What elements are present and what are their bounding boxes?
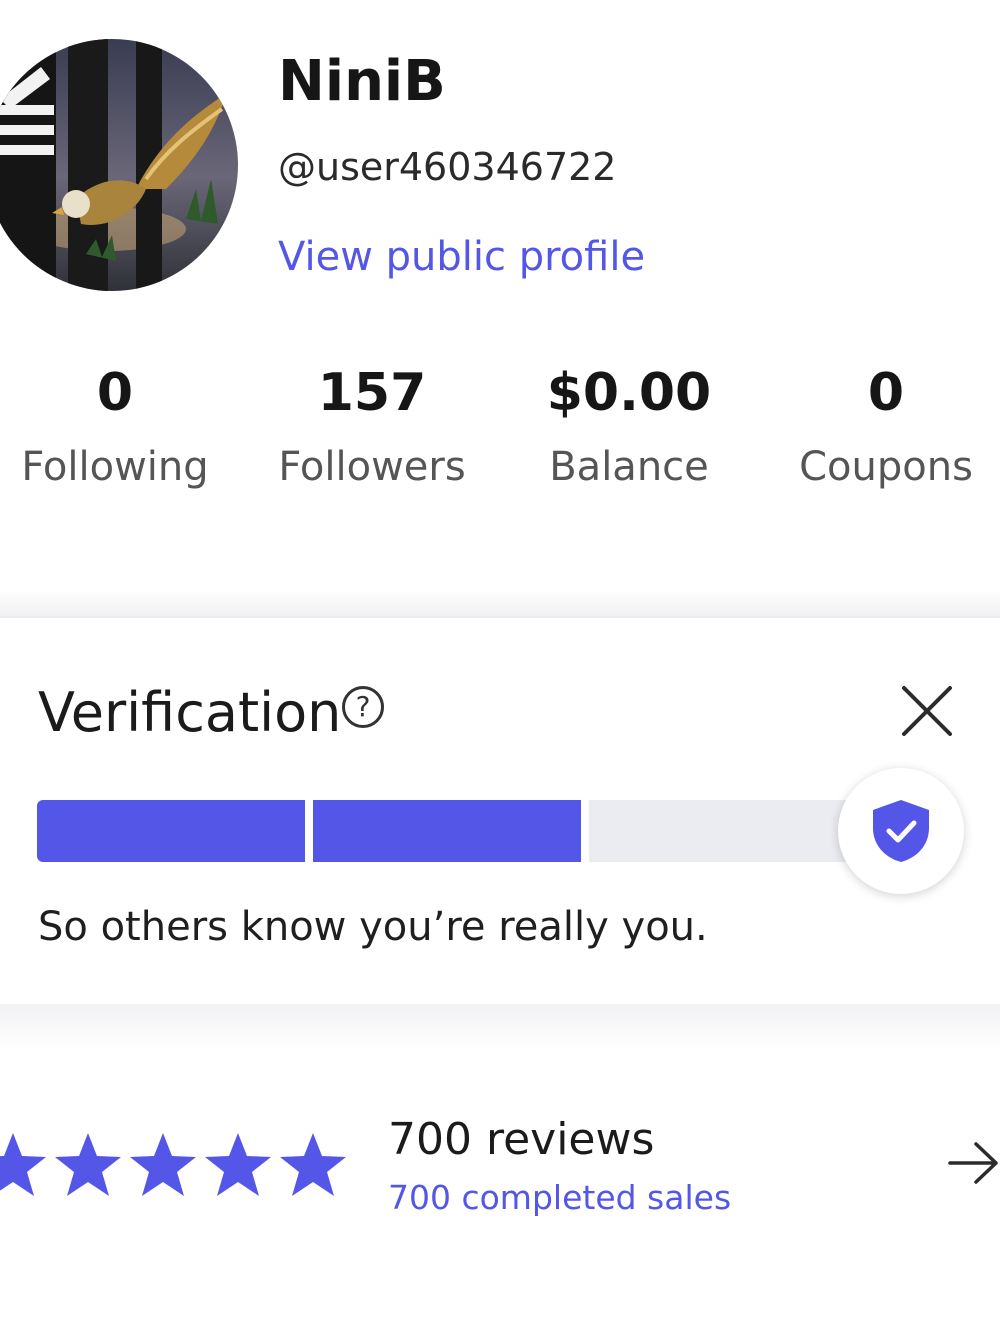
eagle-avatar-image [0,39,238,291]
arrow-right-icon[interactable] [946,1136,1000,1190]
help-icon[interactable]: ? [342,686,384,728]
star-icon [130,1133,196,1196]
star-icon [0,1133,46,1196]
stat-value: 157 [317,363,427,423]
verification-progress-bar [37,800,857,862]
profile-stats: 0 Following 157 Followers $0.00 Balance … [0,355,1000,515]
profile-name: NiniB [278,49,446,114]
stat-following[interactable]: 0 Following [0,355,235,497]
stat-label: Following [21,444,209,490]
completed-sales: 700 completed sales [388,1178,732,1217]
stat-value: 0 [96,363,134,423]
view-public-profile-link[interactable]: View public profile [278,232,645,282]
avatar[interactable] [0,39,238,291]
stat-label: Coupons [799,444,973,490]
stat-label: Followers [278,444,466,490]
progress-segment-incomplete [589,800,857,862]
shield-check-icon [873,800,929,862]
section-divider [0,590,1000,618]
stat-followers[interactable]: 157 Followers [252,355,492,497]
profile-handle: @user460346722 [278,145,617,189]
progress-segment-complete [37,800,305,862]
verification-card: Verification ? So others know you’re rea… [0,616,1000,1006]
verification-badge[interactable] [838,768,964,894]
stat-value: 0 [867,363,905,423]
reviews-row[interactable]: 700 reviews 700 completed sales [0,1100,1000,1230]
stat-value: $0.00 [546,363,712,423]
verification-title: Verification [38,681,342,744]
star-icon [55,1133,121,1196]
stat-coupons[interactable]: 0 Coupons [766,355,1000,497]
progress-segment-complete [313,800,581,862]
section-divider [0,1004,1000,1050]
star-icon [205,1133,271,1196]
close-icon[interactable] [898,682,956,740]
stat-label: Balance [549,444,709,490]
verification-description: So others know you’re really you. [38,904,708,950]
reviews-count: 700 reviews [388,1114,655,1165]
star-icon [280,1133,346,1196]
stat-balance[interactable]: $0.00 Balance [509,355,749,497]
